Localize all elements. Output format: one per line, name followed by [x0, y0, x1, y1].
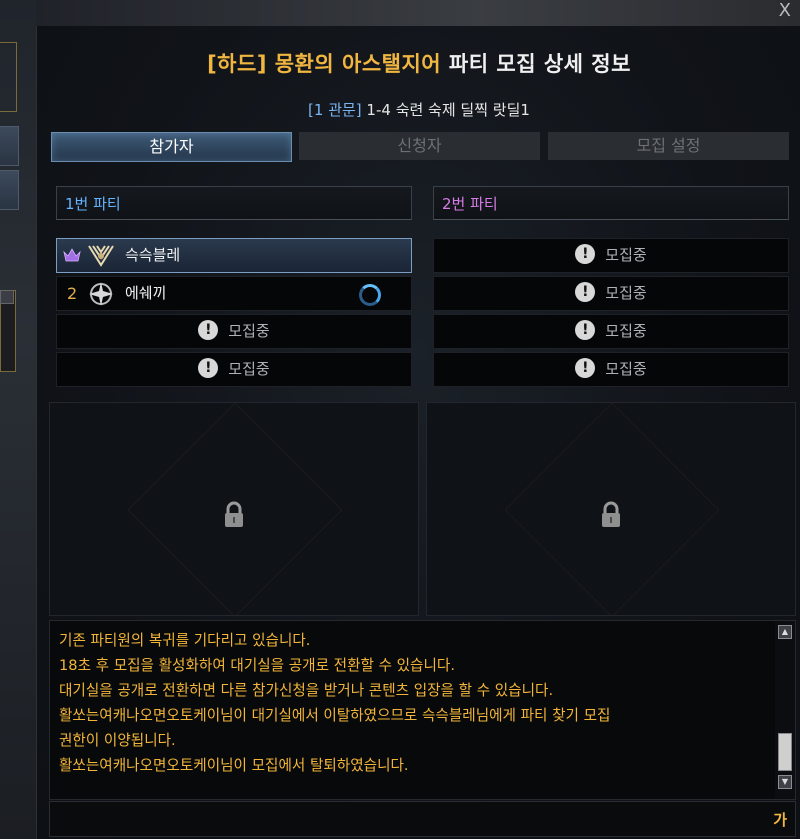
loading-spinner-icon: [359, 284, 381, 306]
title-text: 파티 모집 상세 정보: [441, 52, 631, 76]
party-member-slot[interactable]: 슥슥블레: [56, 238, 412, 273]
recruit-subtitle: [1 관문] 1-4 숙련 숙제 딜찍 랏딜1: [37, 99, 800, 120]
party-1-panel: 1번 파티 슥슥블레 2 에쉐끼 ! 모집중 ! 모집중: [50, 186, 412, 387]
scroll-up-icon[interactable]: ▲: [778, 625, 792, 639]
chat-input[interactable]: 가: [49, 801, 796, 837]
tab-recruit-settings[interactable]: 모집 설정: [548, 132, 789, 160]
title-raid-name: [하드] 몽환의 아스탤지어: [207, 52, 442, 76]
crown-icon: [63, 248, 81, 262]
recruiting-slot[interactable]: ! 모집중: [56, 314, 412, 349]
side-frame: [0, 42, 17, 112]
side-button[interactable]: [0, 170, 19, 210]
tab-bar: 참가자 신청자 모집 설정: [51, 132, 789, 162]
lock-icon: [225, 501, 243, 527]
class-icon: [88, 245, 114, 267]
recruiting-label: 모집중: [605, 284, 647, 302]
recruiting-label: 모집중: [605, 322, 647, 340]
party-2-panel: 2번 파티 ! 모집중 ! 모집중 ! 모집중 ! 모집중: [427, 186, 789, 387]
party-1-title: 1번 파티: [56, 186, 412, 220]
system-message-log: 기존 파티원의 복귀를 기다리고 있습니다. 18초 후 모집을 활성화하여 대…: [49, 620, 796, 800]
locked-party-slot: [426, 402, 796, 616]
side-scroll-up[interactable]: [0, 290, 14, 304]
recruiting-label: 모집중: [605, 246, 647, 264]
recruiting-slot[interactable]: ! 모집중: [433, 238, 789, 273]
recruit-description: 1-4 숙련 숙제 딜찍 랏딜1: [361, 101, 530, 119]
exclamation-icon: !: [575, 243, 596, 264]
background-left-panel: [0, 0, 36, 839]
message-scrollbar[interactable]: ▲ ▼: [775, 621, 795, 799]
party-2-title: 2번 파티: [433, 186, 789, 220]
system-message: 활쏘는여캐나오면오토케이님이 대기실에서 이탈하였으므로 슥슥블레님에게 파티 …: [59, 707, 611, 724]
recruiting-slot[interactable]: ! 모집중: [433, 314, 789, 349]
system-message: 권한이 이양됩니다.: [59, 732, 176, 749]
recruiting-slot[interactable]: ! 모집중: [433, 276, 789, 311]
background-top: [0, 0, 800, 26]
ime-indicator: 가: [773, 811, 787, 829]
system-message: 기존 파티원의 복귀를 기다리고 있습니다.: [59, 632, 311, 649]
exclamation-icon: !: [575, 319, 596, 340]
recruiting-label: 모집중: [228, 322, 270, 340]
recruiting-slot[interactable]: ! 모집중: [56, 352, 412, 387]
tab-applicants[interactable]: 신청자: [299, 132, 540, 160]
recruiting-label: 모집중: [228, 360, 270, 378]
member-name: 슥슥블레: [125, 246, 181, 264]
scroll-down-icon[interactable]: ▼: [778, 775, 792, 789]
party-member-slot[interactable]: 2 에쉐끼: [56, 276, 412, 311]
locked-party-slot: [49, 402, 419, 616]
member-name: 에쉐끼: [125, 284, 167, 302]
exclamation-icon: !: [575, 357, 596, 378]
slot-number: 2: [67, 284, 78, 303]
tab-participants[interactable]: 참가자: [51, 132, 292, 162]
system-message: 활쏘는여캐나오면오토케이님이 모집에서 탈퇴하였습니다.: [59, 757, 409, 774]
class-icon: [89, 282, 113, 306]
system-message: 대기실을 공개로 전환하면 다른 참가신청을 받거나 콘텐츠 입장을 할 수 있…: [59, 682, 554, 699]
side-button[interactable]: [0, 126, 19, 166]
recruiting-slot[interactable]: ! 모집중: [433, 352, 789, 387]
exclamation-icon: !: [575, 281, 596, 302]
lock-icon: [602, 501, 620, 527]
exclamation-icon: !: [198, 357, 219, 378]
window-title: [하드] 몽환의 아스탤지어 파티 모집 상세 정보: [37, 48, 800, 78]
close-button[interactable]: X: [779, 0, 791, 21]
gate-tag: [1 관문]: [308, 101, 362, 119]
scroll-thumb[interactable]: [778, 733, 792, 771]
party-recruit-window: X [하드] 몽환의 아스탤지어 파티 모집 상세 정보 [1 관문] 1-4 …: [36, 0, 800, 839]
system-message: 18초 후 모집을 활성화하여 대기실을 공개로 전환할 수 있습니다.: [59, 657, 455, 674]
exclamation-icon: !: [198, 319, 219, 340]
recruiting-label: 모집중: [605, 360, 647, 378]
